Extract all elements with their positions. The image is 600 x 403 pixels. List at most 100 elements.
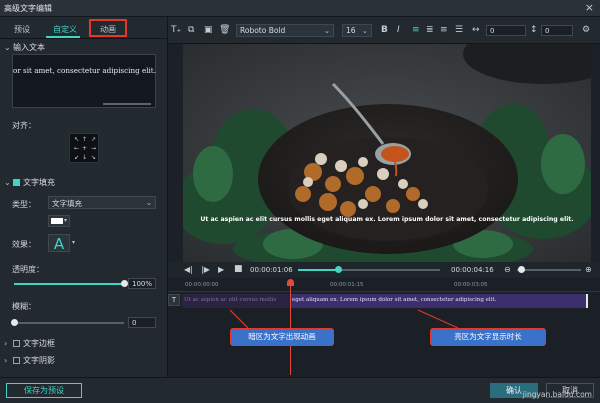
add-text-icon[interactable]: T₊: [171, 25, 181, 35]
align-center-icon[interactable]: +: [82, 145, 87, 152]
blur-slider-track[interactable]: [14, 322, 124, 324]
timeline: 00:00:00:00 00:00:01:15 00:00:03:05 T Ut…: [168, 278, 600, 377]
align-right-icon[interactable]: →: [91, 145, 96, 152]
font-value: Roboto Bold: [240, 26, 286, 35]
align-bottom-left-icon[interactable]: ↙: [74, 154, 79, 161]
tab-preset[interactable]: 预设: [14, 24, 30, 35]
delete-icon[interactable]: 🗑︎: [219, 25, 230, 35]
text-effect-button[interactable]: A: [48, 234, 70, 253]
opacity-slider-handle[interactable]: [121, 280, 128, 287]
zoom-in-icon[interactable]: ⊕: [585, 265, 592, 274]
chevron-down-icon: ⌄: [4, 43, 11, 52]
effect-glyph: A: [53, 235, 65, 253]
border-section-header[interactable]: › 文字边框: [4, 338, 55, 349]
text-toolbar: T₊ ⧉ ▣ 🗑︎ Roboto Bold ⌄ 16 ⌄ B I ≡ ≣ ≡ ☰ ↔…: [168, 17, 600, 44]
text-input-value: or sit amet, consectetur adipiscing elit…: [13, 66, 156, 75]
play-step-icon[interactable]: |▶: [201, 265, 210, 274]
play-icon[interactable]: ▶: [218, 265, 224, 274]
paste-icon[interactable]: ▣: [204, 25, 213, 35]
caret-down-icon: ▾: [63, 217, 67, 224]
gear-icon[interactable]: ⚙: [582, 25, 590, 35]
shadow-checkbox[interactable]: [13, 357, 20, 364]
copy-icon[interactable]: ⧉: [188, 25, 194, 35]
tab-custom[interactable]: 自定义: [53, 24, 77, 35]
line-spacing-field[interactable]: 0: [541, 25, 573, 36]
step-back-icon[interactable]: ◀|: [184, 265, 193, 274]
align-left-icon[interactable]: ≡: [412, 25, 420, 35]
line-spacing-icon: ↕: [530, 25, 538, 35]
chevron-right-icon: ›: [4, 356, 8, 365]
font-select[interactable]: Roboto Bold ⌄: [236, 24, 334, 37]
blur-value-field[interactable]: 0: [128, 317, 156, 328]
fill-section-title: 文字填充: [23, 178, 55, 187]
type-label: 类型：: [12, 200, 36, 209]
fill-color-swatch[interactable]: ▾: [48, 215, 70, 227]
stop-icon[interactable]: ■: [234, 264, 243, 274]
current-time: 00:00:01:06: [250, 266, 293, 274]
letter-spacing-field[interactable]: 0: [486, 25, 526, 36]
opacity-slider-fill: [14, 283, 124, 285]
fill-type-value: 文字填充: [52, 199, 82, 208]
input-section-title: 输入文本: [13, 43, 45, 52]
align-top-right-icon[interactable]: ↗: [91, 136, 96, 143]
blur-label: 模糊：: [12, 302, 36, 311]
annotation-bubble-animation: 暗区为文字出现动画: [230, 328, 334, 346]
opacity-label: 透明度：: [12, 265, 44, 274]
preview-caption: Ut ac aspien ac elit cursus mollis eget …: [200, 216, 574, 223]
align-grid[interactable]: ↖ ↑ ↗ ← + → ↙ ↓ ↘: [69, 133, 99, 163]
caret-down-icon[interactable]: ▾: [72, 239, 75, 246]
close-icon[interactable]: ×: [585, 1, 594, 14]
align-bottom-icon[interactable]: ↓: [82, 154, 87, 161]
chevron-down-icon: ⌄: [361, 26, 368, 35]
italic-button[interactable]: I: [397, 25, 400, 35]
zoom-out-icon[interactable]: ⊖: [504, 265, 511, 274]
window-title: 高级文字编辑: [4, 4, 52, 13]
align-left-icon[interactable]: ←: [74, 145, 79, 152]
total-time: 00:00:04:16: [451, 266, 494, 274]
preview-image: [183, 44, 591, 262]
chevron-right-icon: ›: [4, 339, 8, 348]
align-top-icon[interactable]: ↑: [82, 136, 87, 143]
shadow-section-title: 文字阴影: [23, 356, 55, 365]
shadow-section-header[interactable]: › 文字阴影: [4, 355, 55, 366]
annotation-bubble-duration: 亮区为文字显示时长: [430, 328, 546, 346]
text-input[interactable]: or sit amet, consectetur adipiscing elit…: [12, 54, 156, 108]
align-right-icon[interactable]: ≡: [440, 25, 448, 35]
playback-bar: ◀| |▶ ▶ ■ 00:00:01:06 00:00:04:16 ⊖ ⊕: [168, 262, 600, 278]
align-top-left-icon[interactable]: ↖: [74, 136, 79, 143]
text-scrollbar[interactable]: [103, 103, 151, 105]
left-panel: 预设 自定义 动画 ⌄ 输入文本 or sit amet, consectetur…: [0, 17, 168, 377]
bold-button[interactable]: B: [381, 25, 388, 35]
title-bar: 高级文字编辑 ×: [0, 0, 600, 17]
watermark: jingyan.baidu.com: [522, 390, 592, 399]
bottom-bar: 保存为预设 确认 取消 jingyan.baidu.com: [0, 377, 600, 403]
fill-type-select[interactable]: 文字填充 ⌄: [48, 196, 156, 209]
line-spacing-value: 0: [545, 27, 550, 35]
video-preview[interactable]: Ut ac aspien ac elit cursus mollis eget …: [183, 44, 591, 262]
zoom-handle[interactable]: [518, 266, 525, 273]
border-section-title: 文字边框: [23, 339, 55, 348]
tab-highlight-box: [89, 19, 127, 37]
letter-spacing-value: 0: [490, 27, 495, 35]
zoom-track[interactable]: [517, 269, 581, 271]
input-section-header[interactable]: ⌄ 输入文本: [4, 42, 45, 53]
save-preset-button[interactable]: 保存为预设: [6, 383, 82, 398]
effect-label: 效果：: [12, 240, 36, 249]
chevron-down-icon: ⌄: [145, 198, 152, 207]
playback-handle[interactable]: [334, 266, 342, 273]
tab-bar: 预设 自定义 动画: [0, 17, 168, 39]
justify-icon[interactable]: ☰: [455, 25, 463, 35]
fill-checkbox[interactable]: [13, 179, 20, 186]
align-label: 对齐：: [12, 121, 36, 130]
border-checkbox[interactable]: [13, 340, 20, 347]
font-size-select[interactable]: 16 ⌄: [342, 24, 372, 37]
color-preview: [51, 218, 63, 224]
font-size-value: 16: [346, 26, 356, 35]
blur-slider-handle[interactable]: [11, 319, 18, 326]
opacity-value-field[interactable]: 100%: [128, 278, 156, 289]
align-bottom-right-icon[interactable]: ↘: [91, 154, 96, 161]
align-center-icon[interactable]: ≣: [426, 25, 434, 35]
active-tab-indicator: [46, 36, 80, 38]
fill-section-header[interactable]: ⌄ 文字填充: [4, 177, 55, 188]
chevron-down-icon: ⌄: [4, 178, 11, 187]
